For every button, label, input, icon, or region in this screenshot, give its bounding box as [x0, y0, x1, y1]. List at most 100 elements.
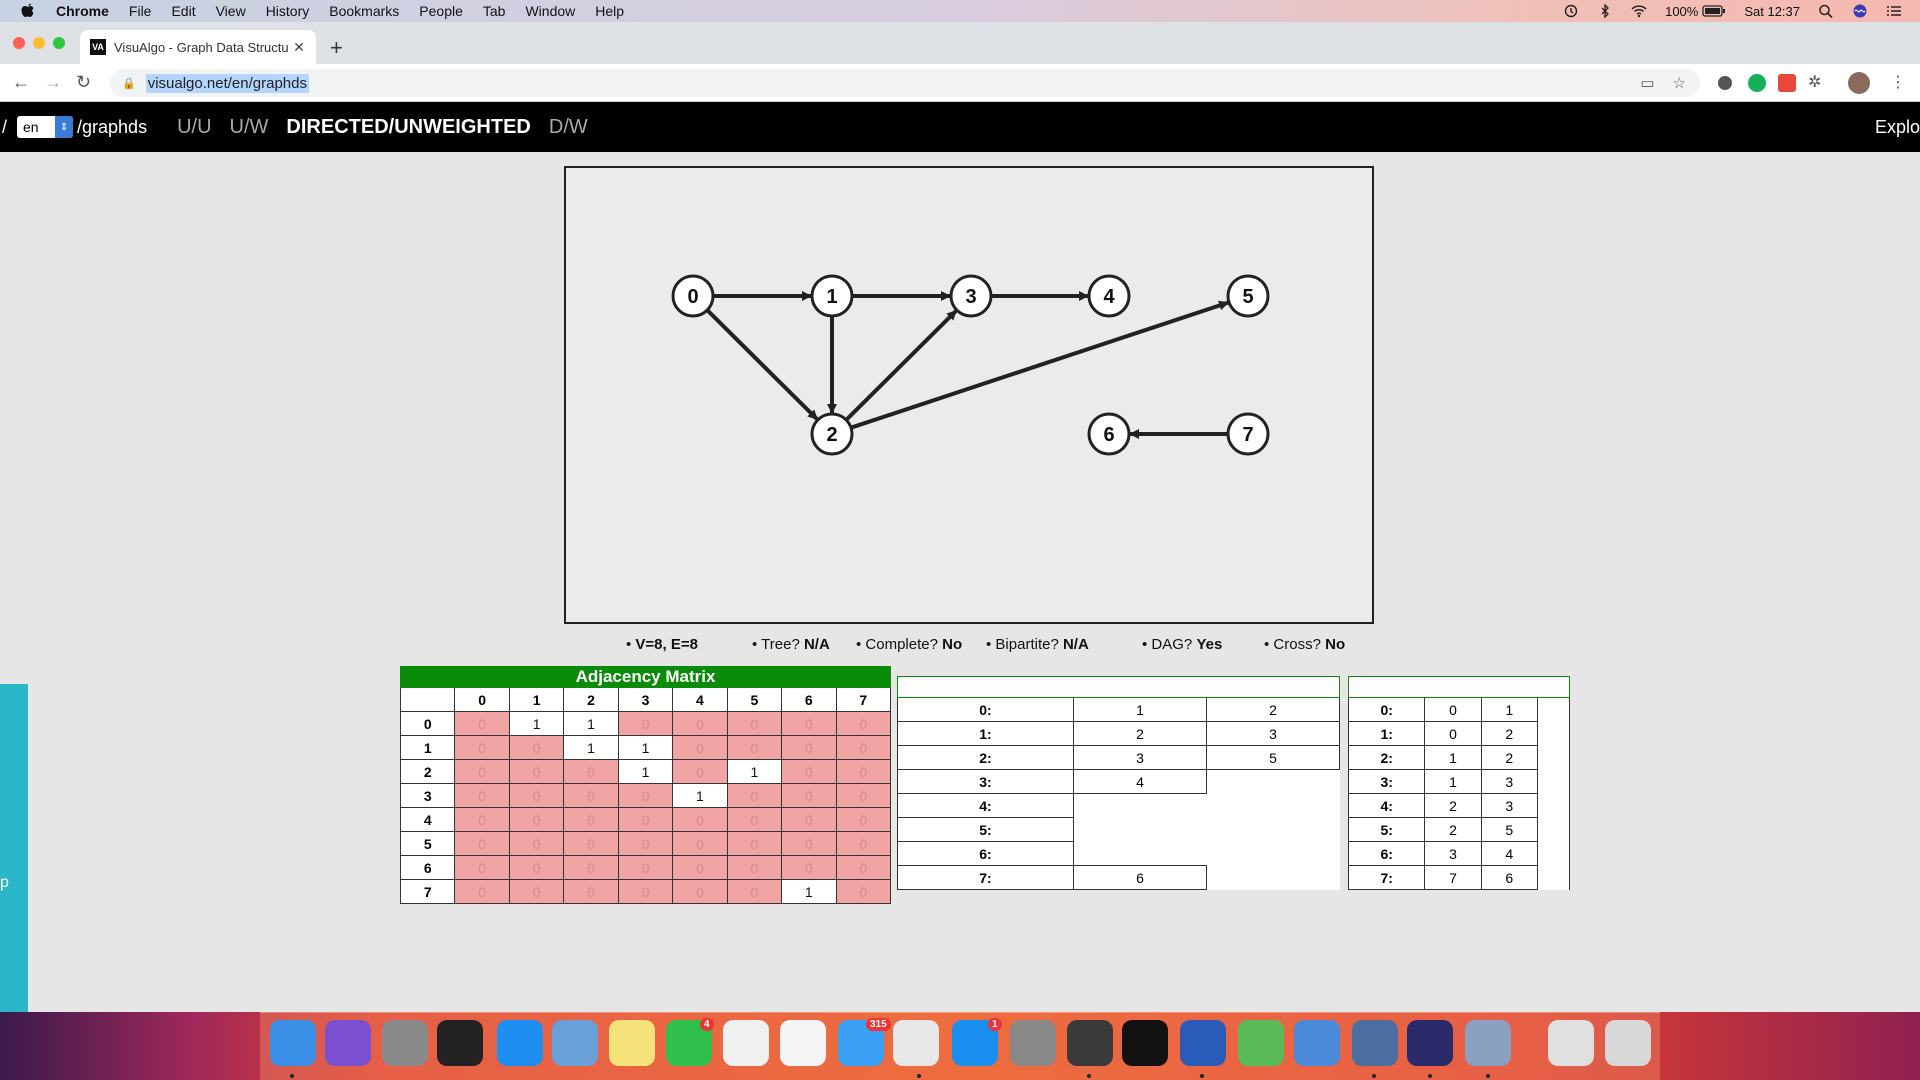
home-slash-link[interactable]: /: [2, 117, 7, 138]
matrix-cell: 0: [672, 759, 728, 784]
activity-monitor-icon[interactable]: [437, 1020, 483, 1066]
graph-edge-2-5[interactable]: [850, 300, 1230, 430]
calendar-icon[interactable]: [723, 1020, 769, 1066]
extension-gear-icon[interactable]: ✲: [1808, 72, 1826, 91]
matrix-row-header: 3: [399, 783, 456, 808]
graph-svg[interactable]: 0 1 2 3 4 5 6 7: [566, 168, 1372, 622]
window-maximize-button[interactable]: [53, 37, 65, 49]
notes-icon[interactable]: [609, 1020, 655, 1066]
graph-vertex-1[interactable]: 1: [810, 274, 854, 318]
edge-list-index: 2:: [1347, 745, 1426, 770]
grammarly-icon[interactable]: [1748, 74, 1766, 92]
safari-icon[interactable]: [497, 1020, 543, 1066]
menu-edit[interactable]: Edit: [171, 3, 195, 19]
menu-bookmarks[interactable]: Bookmarks: [329, 3, 399, 19]
trash-icon[interactable]: [1605, 1020, 1651, 1066]
apple-icon[interactable]: [20, 3, 36, 19]
extension-red-icon[interactable]: [1778, 74, 1796, 92]
dock-running-indicator: [1372, 1074, 1376, 1078]
matrix-cell: 0: [563, 759, 619, 784]
graph-vertex-6[interactable]: 6: [1087, 412, 1131, 456]
mode-directed-unweighted[interactable]: DIRECTED/UNWEIGHTED: [286, 116, 530, 139]
menu-help[interactable]: Help: [595, 3, 624, 19]
screenshot-icon[interactable]: [1352, 1020, 1398, 1066]
menu-tab[interactable]: Tab: [483, 3, 506, 19]
graph-vertex-2[interactable]: 2: [810, 412, 854, 456]
menu-history[interactable]: History: [266, 3, 310, 19]
visualgo-navbar: / en ⇕ /graphds U/U U/W DIRECTED/UNWEIGH…: [0, 102, 1920, 152]
time-machine-icon[interactable]: [1563, 4, 1579, 18]
graph-vertex-4[interactable]: 4: [1087, 274, 1131, 318]
mode-undirected-unweighted[interactable]: U/U: [177, 116, 211, 139]
graph-edge-0-2[interactable]: [705, 308, 819, 421]
chrome-icon[interactable]: [893, 1020, 939, 1066]
graph-vertex-0[interactable]: 0: [671, 274, 715, 318]
visualgo-favicon: VA: [90, 39, 106, 55]
window-minimize-button[interactable]: [33, 37, 45, 49]
tab-close-icon[interactable]: ✕: [290, 39, 308, 56]
menu-app-chrome[interactable]: Chrome: [56, 3, 109, 19]
xcode-icon[interactable]: [1294, 1020, 1340, 1066]
lock-icon[interactable]: 🔒: [122, 77, 136, 90]
forward-arrow-icon[interactable]: →: [44, 72, 62, 93]
word-icon[interactable]: [1180, 1020, 1226, 1066]
spotlight-search-icon[interactable]: [1818, 4, 1834, 18]
battery-icon[interactable]: [1702, 4, 1726, 18]
cast-icon[interactable]: ▭: [1640, 74, 1654, 92]
menubar-clock[interactable]: Sat 12:37: [1744, 4, 1800, 19]
menu-view[interactable]: View: [216, 3, 246, 19]
finder-icon[interactable]: [270, 1020, 316, 1066]
bluetooth-icon[interactable]: [1597, 4, 1613, 18]
graph-canvas[interactable]: 0 1 2 3 4 5 6 7: [564, 166, 1374, 624]
back-arrow-icon[interactable]: ←: [12, 72, 30, 93]
matrix-col-header: 5: [726, 687, 783, 712]
mode-undirected-weighted[interactable]: U/W: [230, 116, 269, 139]
edge-list-to: 4: [1480, 841, 1538, 866]
explore-mode-link[interactable]: Explo: [1875, 117, 1920, 138]
window-close-button[interactable]: [13, 37, 25, 49]
notification-center-icon[interactable]: [1886, 4, 1902, 18]
new-tab-button[interactable]: +: [330, 35, 343, 61]
launchpad-icon[interactable]: [382, 1020, 428, 1066]
documents-icon[interactable]: [1548, 1020, 1594, 1066]
bookmark-star-icon[interactable]: ☆: [1673, 74, 1686, 92]
adjacency-list-vertex: 4:: [897, 793, 1074, 818]
extension-record-icon[interactable]: [1718, 76, 1732, 90]
preview-icon[interactable]: [552, 1020, 598, 1066]
terminal-icon[interactable]: [1122, 1020, 1168, 1066]
eclipse-icon[interactable]: [1407, 1020, 1453, 1066]
menu-window[interactable]: Window: [525, 3, 575, 19]
sublime-text-icon[interactable]: [1067, 1020, 1113, 1066]
matrix-row: 300001000: [399, 783, 891, 808]
siri-menu-icon[interactable]: [1852, 4, 1868, 18]
profile-avatar[interactable]: [1848, 72, 1870, 94]
browser-tab-visualgo[interactable]: VA VisuAlgo - Graph Data Structu ✕: [80, 30, 316, 64]
menu-file[interactable]: File: [129, 3, 152, 19]
chrome-menu-icon[interactable]: ⋮: [1890, 72, 1908, 91]
graph-edge-2-3[interactable]: [844, 309, 958, 422]
edge-list-from: 3: [1424, 841, 1482, 866]
edge-list-index: 5:: [1347, 817, 1426, 842]
photos-icon[interactable]: [780, 1020, 826, 1066]
android-studio-icon[interactable]: [1238, 1020, 1284, 1066]
messages-badge: 315: [866, 1018, 891, 1031]
vertex-label: 0: [687, 286, 698, 308]
vertex-label: 2: [826, 424, 837, 446]
address-bar[interactable]: 🔒 visualgo.net/en/graphds ▭ ☆: [110, 69, 1700, 97]
battery-percent[interactable]: 100%: [1665, 4, 1698, 19]
graph-vertex-3[interactable]: 3: [949, 274, 993, 318]
graph-vertex-7[interactable]: 7: [1226, 412, 1270, 456]
siri-icon[interactable]: [325, 1020, 371, 1066]
url-text[interactable]: visualgo.net/en/graphds: [145, 73, 309, 93]
language-select[interactable]: en ⇕: [17, 116, 74, 138]
side-panel-tab[interactable]: p: [0, 684, 28, 1012]
reload-icon[interactable]: ↻: [76, 72, 91, 93]
menu-people[interactable]: People: [419, 3, 463, 19]
wifi-icon[interactable]: [1631, 4, 1647, 18]
matrix-cell: 0: [454, 759, 510, 784]
graph-vertex-5[interactable]: 5: [1226, 274, 1270, 318]
system-preferences-icon[interactable]: [1010, 1020, 1056, 1066]
mode-directed-weighted[interactable]: D/W: [549, 116, 588, 139]
matrix-col-header: 2: [563, 687, 619, 712]
image-capture-icon[interactable]: [1465, 1020, 1511, 1066]
